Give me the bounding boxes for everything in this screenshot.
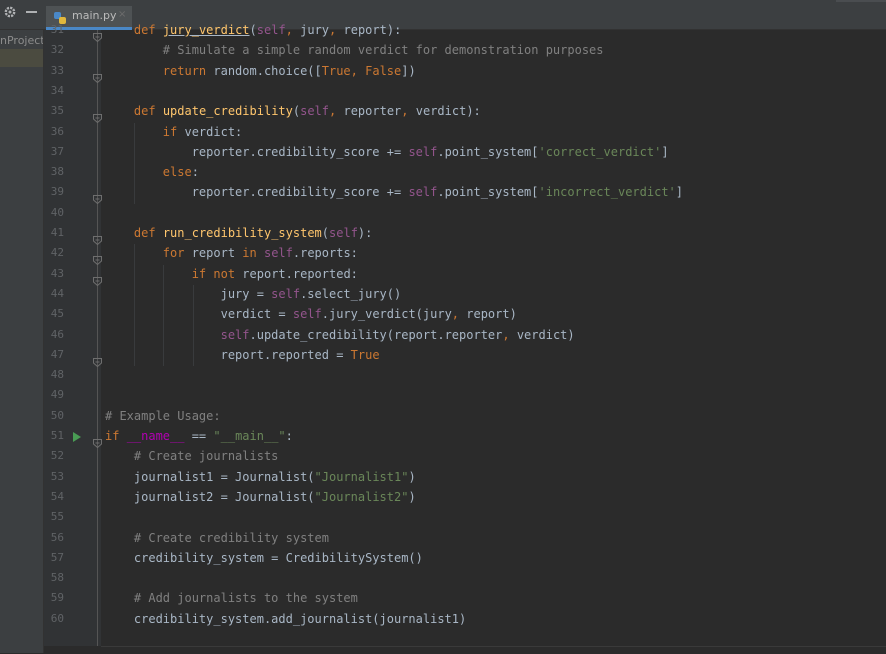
fold-marker-icon[interactable] [93,271,102,286]
line-number: 43 [50,266,64,280]
code-line: # Example Usage: [105,408,221,423]
code-line: if __name__ == "__main__": [105,429,293,443]
indent-guide [163,264,164,367]
line-number: 47 [50,347,64,361]
line-number: 41 [50,226,64,239]
line-number: 46 [50,327,64,341]
line-number: 36 [50,124,64,138]
indent-guide [134,244,135,367]
line-number: 45 [50,307,64,321]
line-number: 56 [50,530,64,544]
line-number: 31 [50,23,64,36]
line-number: 37 [50,144,64,158]
fold-marker-icon[interactable] [93,27,102,43]
project-label: nProject [0,34,44,47]
code-line: verdict = self.jury_verdict(jury, report… [105,307,517,322]
code-line: credibility_system.add_journalist(journa… [105,611,467,626]
code-line: reporter.credibility_score += self.point… [105,185,684,200]
line-number: 33 [50,63,64,77]
fold-marker-icon[interactable] [93,433,102,449]
code-line: if not report.reported: [191,266,358,281]
indent-guide [193,284,194,367]
line-number: 49 [50,388,64,402]
line-number: 32 [50,43,64,57]
code-line: reporter.credibility_score += self.point… [105,144,669,159]
fold-marker-icon[interactable] [93,352,102,367]
line-number: 57 [50,550,64,564]
minus-icon[interactable] [26,5,38,23]
line-number: 58 [50,571,64,585]
line-number: 50 [50,408,64,422]
fold-marker-icon[interactable] [93,189,102,205]
code-line: def update_credibility(self, reporter, v… [133,104,481,119]
fold-marker-icon[interactable] [93,230,102,246]
line-number: 51 [50,429,64,442]
gear-icon[interactable] [3,5,17,23]
code-line: # Add journalists to the system [133,591,358,606]
line-number: 60 [50,611,64,625]
line-number: 53 [50,469,64,483]
line-number: 44 [50,286,64,300]
line-number: 38 [50,165,64,179]
code-line: self.update_credibility(report.reporter,… [220,327,575,342]
line-number: 35 [50,104,64,118]
code-line: def jury_verdict(self, jury, report): [133,23,402,37]
fold-marker-icon[interactable] [93,250,102,266]
run-arrow-icon[interactable] [73,432,81,442]
close-icon[interactable]: × [118,9,126,20]
line-number: 52 [50,449,64,463]
code-line: def run_credibility_system(self): [133,226,373,240]
code-line: return random.choice([True, False]) [162,63,416,78]
line-number: 54 [50,489,64,503]
code-line: # Simulate a simple random verdict for d… [162,43,604,58]
line-number: 42 [50,246,64,260]
window-edge [836,0,886,2]
indent-guide [134,122,135,204]
code-line: for report in self.reports: [162,246,358,261]
code-line: credibility_system = CredibilitySystem() [105,550,423,565]
line-number: 40 [50,205,64,219]
code-line: else: [162,165,199,180]
code-line: jury = self.select_jury() [105,286,402,301]
line-number: 39 [50,185,64,199]
line-number: 59 [50,591,64,605]
fold-marker-icon[interactable] [93,68,102,83]
line-number: 55 [50,510,64,524]
code-line: if verdict: [162,124,243,139]
line-number: 34 [50,83,64,97]
code-line: # Create credibility system [133,530,329,545]
code-line: report.reported = True [105,347,380,362]
fold-marker-icon[interactable] [93,108,102,124]
project-selection [0,49,43,67]
line-number: 48 [50,368,64,382]
code-line: # Create journalists [133,449,279,464]
code-line: journalist2 = Journalist("Journalist2") [105,489,416,504]
project-panel[interactable]: nProject [0,30,44,653]
code-line: journalist1 = Journalist("Journalist1") [105,469,416,484]
